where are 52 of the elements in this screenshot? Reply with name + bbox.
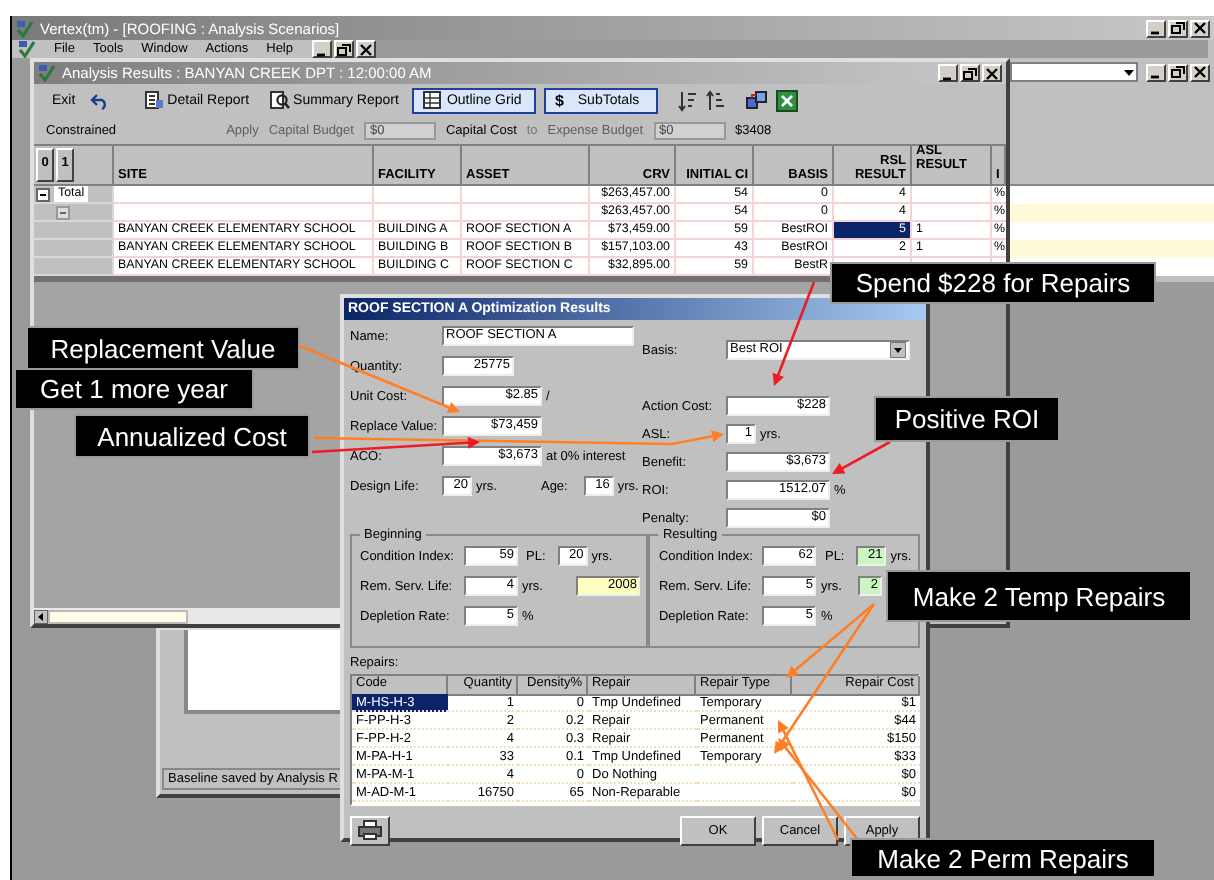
- close-button[interactable]: [1190, 19, 1210, 37]
- table-cell: [912, 186, 992, 204]
- annotation-label: Spend $228 for Repairs: [830, 262, 1156, 304]
- annotation-label: Replacement Value: [26, 326, 300, 370]
- table-cell: [374, 186, 462, 204]
- table-cell: [912, 204, 992, 222]
- spreadsheet-icon[interactable]: [776, 89, 799, 111]
- restore-icon: [1170, 20, 1186, 36]
- app-icon: [18, 40, 36, 58]
- scrollbar[interactable]: [34, 608, 342, 624]
- close-button[interactable]: [1190, 63, 1210, 81]
- restore-button[interactable]: [1168, 63, 1188, 81]
- dropdown-field[interactable]: [1010, 62, 1138, 82]
- minimize-button[interactable]: [938, 64, 958, 82]
- restore-button[interactable]: [960, 64, 980, 82]
- restore-icon: [962, 65, 978, 81]
- app-icon: [38, 64, 56, 82]
- annotation-label: Annualized Cost: [74, 414, 310, 458]
- annotation-label: Get 1 more year: [14, 368, 254, 410]
- minimize-button[interactable]: [1146, 63, 1166, 81]
- table-cell: [462, 186, 590, 204]
- report-icon: [143, 90, 164, 110]
- close-icon: [1192, 64, 1208, 80]
- restore-icon: [1170, 64, 1186, 80]
- sort-ascending-icon[interactable]: [678, 89, 699, 111]
- undo-icon[interactable]: [89, 91, 110, 109]
- close-button[interactable]: [355, 40, 375, 58]
- table-cell: [374, 204, 462, 222]
- annotation-label: Make 2 Perm Repairs: [850, 838, 1156, 878]
- sort-descending-icon[interactable]: [706, 89, 727, 111]
- restore-icon: [335, 41, 351, 57]
- caret-icon: [890, 342, 906, 358]
- minimize-button[interactable]: [311, 40, 331, 58]
- restore-button[interactable]: [333, 40, 353, 58]
- table-cell: [462, 204, 590, 222]
- annotation-label: Make 2 Temp Repairs: [886, 570, 1192, 622]
- restore-button[interactable]: [1168, 19, 1188, 37]
- grid-icon: [422, 90, 443, 110]
- caret-icon: [1122, 65, 1136, 79]
- minimize-button[interactable]: [1146, 19, 1166, 37]
- close-icon: [357, 41, 373, 57]
- close-icon: [984, 65, 1000, 81]
- close-button[interactable]: [982, 64, 1002, 82]
- collapse-icon[interactable]: [36, 187, 50, 201]
- annotation-label: Positive ROI: [874, 396, 1060, 442]
- network-icon[interactable]: [746, 89, 769, 111]
- arrow: [832, 440, 891, 474]
- app-icon: [16, 19, 34, 37]
- print-button[interactable]: [350, 815, 390, 845]
- printer-icon: [358, 820, 382, 840]
- close-icon: [1192, 20, 1208, 36]
- magnifier-icon: [269, 90, 290, 110]
